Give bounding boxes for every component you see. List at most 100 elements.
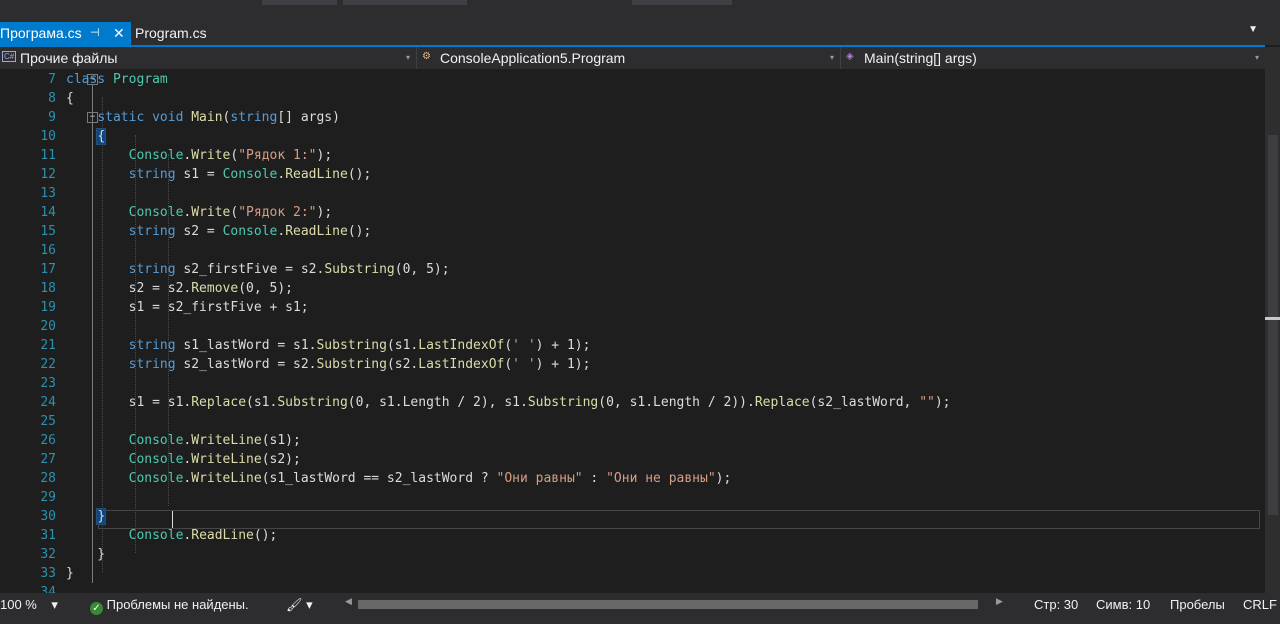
code-line[interactable]: 19 s1 = s2_firstFive + s1; (0, 298, 1265, 317)
member-label: Main(string[] args) (864, 50, 977, 66)
code-line[interactable]: 17 string s2_firstFive = s2.Substring(0,… (0, 260, 1265, 279)
project-dropdown[interactable]: C# Прочие файлы ▾ (0, 47, 417, 69)
title-strip (0, 0, 1280, 20)
code-line[interactable]: 28 Console.WriteLine(s1_lastWord == s2_l… (0, 469, 1265, 488)
toolbar-fragment (262, 0, 337, 5)
code-line[interactable]: 32 } (0, 545, 1265, 564)
line-number: 9 (48, 110, 56, 125)
code-line[interactable]: 33} (0, 564, 1265, 583)
editor-status-bar: 100 % ▾ ✓ Проблемы не найдены. 🖌 ▾ ◀ ▶ С… (0, 593, 1280, 624)
line-number: 19 (40, 300, 56, 315)
code-line[interactable]: 12 string s1 = Console.ReadLine(); (0, 165, 1265, 184)
code-text: Console.WriteLine(s2); (128, 452, 301, 467)
code-line[interactable]: 34 (0, 583, 1265, 593)
toolbar-fragment (632, 0, 732, 5)
close-icon[interactable]: ✕ (113, 22, 125, 45)
code-text: class Program (66, 72, 168, 87)
class-icon: ⚙ (422, 51, 431, 62)
document-tab-bar: Програма.cs ⊣ ✕ Program.cs ▼ (0, 20, 1280, 45)
code-line[interactable]: 30 } (0, 507, 1265, 526)
line-ending-indicator[interactable]: CRLF (1243, 597, 1277, 613)
code-line[interactable]: 14 Console.Write("Рядок 2:"); (0, 203, 1265, 222)
scrollbar-thumb[interactable] (1268, 135, 1278, 515)
code-line[interactable]: 29 (0, 488, 1265, 507)
code-line[interactable]: 25 (0, 412, 1265, 431)
code-text: Console.WriteLine(s1_lastWord == s2_last… (128, 471, 732, 486)
code-line[interactable]: 18 s2 = s2.Remove(0, 5); (0, 279, 1265, 298)
code-text: s1 = s1.Replace(s1.Substring(0, s1.Lengt… (66, 395, 951, 410)
code-text: { (96, 128, 107, 145)
tab-label: Програма.cs (0, 25, 82, 41)
code-line[interactable]: 8{ (0, 89, 1265, 108)
code-line[interactable]: 7 class Program (0, 70, 1265, 89)
tab-program-cs[interactable]: Program.cs (135, 22, 207, 45)
code-line[interactable]: 11 Console.Write("Рядок 1:"); (0, 146, 1265, 165)
code-line[interactable]: 21 string s1_lastWord = s1.Substring(s1.… (0, 336, 1265, 355)
code-cleanup-icon[interactable]: 🖌 ▾ (286, 597, 313, 613)
line-number: 7 (48, 72, 56, 87)
code-text: } (66, 566, 74, 581)
chevron-down-icon: ▾ (51, 597, 58, 612)
code-editor[interactable]: − − 7 class Program 8{9 static void Main(s… (0, 69, 1265, 593)
pin-icon[interactable]: ⊣ (90, 22, 100, 45)
code-text: string s2 = Console.ReadLine(); (128, 224, 372, 239)
code-text: string s1_lastWord = s1.Substring(s1.Las… (128, 338, 591, 353)
code-line[interactable]: 22 string s2_lastWord = s2.Substring(s2.… (0, 355, 1265, 374)
line-number: 14 (40, 205, 56, 220)
check-icon: ✓ (90, 602, 103, 615)
line-number: 21 (40, 338, 56, 353)
scroll-left-icon[interactable]: ◀ (345, 596, 352, 607)
code-text: } (96, 508, 107, 525)
code-text: s2 = s2.Remove(0, 5); (66, 281, 293, 296)
line-number: 31 (40, 528, 56, 543)
code-line[interactable]: 24 s1 = s1.Replace(s1.Substring(0, s1.Le… (0, 393, 1265, 412)
code-line[interactable]: 26 Console.WriteLine(s1); (0, 431, 1265, 450)
project-label: Прочие файлы (20, 50, 118, 66)
tab-programa-cs[interactable]: Програма.cs ⊣ ✕ (0, 22, 131, 45)
code-text: { (66, 91, 74, 106)
line-number: 18 (40, 281, 56, 296)
line-number: 30 (40, 509, 56, 524)
horizontal-scrollbar[interactable] (358, 600, 978, 609)
type-dropdown[interactable]: ⚙ ConsoleApplication5.Program ▾ (420, 47, 841, 69)
line-number: 34 (40, 585, 56, 593)
chevron-down-icon: ▾ (405, 53, 410, 62)
code-text: Console.WriteLine(s1); (128, 433, 301, 448)
line-number: 24 (40, 395, 56, 410)
chevron-down-icon: ▾ (829, 53, 834, 62)
code-text: s1 = s2_firstFive + s1; (66, 300, 309, 315)
code-line[interactable]: 31 Console.ReadLine(); (0, 526, 1265, 545)
tab-list-dropdown-icon[interactable]: ▼ (1248, 24, 1258, 35)
code-text: static void Main(string[] args) (97, 110, 340, 125)
code-text: } (66, 547, 106, 562)
scroll-right-icon[interactable]: ▶ (996, 596, 1003, 607)
code-text: Console.Write("Рядок 2:"); (128, 205, 333, 220)
code-line[interactable]: 16 (0, 241, 1265, 260)
line-number: 26 (40, 433, 56, 448)
line-number: 32 (40, 547, 56, 562)
code-text: string s1 = Console.ReadLine(); (128, 167, 372, 182)
line-number: 12 (40, 167, 56, 182)
whitespace-indicator[interactable]: Пробелы (1170, 597, 1225, 613)
problems-indicator[interactable]: ✓ Проблемы не найдены. (90, 597, 249, 615)
line-number: 20 (40, 319, 56, 334)
vertical-scrollbar[interactable] (1265, 47, 1280, 596)
code-line[interactable]: 15 string s2 = Console.ReadLine(); (0, 222, 1265, 241)
line-number: 28 (40, 471, 56, 486)
line-number: 11 (40, 148, 56, 163)
code-line[interactable]: 13 (0, 184, 1265, 203)
tab-label: Program.cs (135, 25, 207, 41)
code-line[interactable]: 23 (0, 374, 1265, 393)
code-line[interactable]: 10 { (0, 127, 1265, 146)
code-line[interactable]: 20 (0, 317, 1265, 336)
line-number: 23 (40, 376, 56, 391)
line-number: 17 (40, 262, 56, 277)
problems-text: Проблемы не найдены. (106, 597, 249, 612)
line-indicator[interactable]: Стр: 30 (1034, 597, 1078, 613)
member-dropdown[interactable]: ◈ Main(string[] args) ▾ (844, 47, 1265, 69)
code-line[interactable]: 27 Console.WriteLine(s2); (0, 450, 1265, 469)
line-number: 33 (40, 566, 56, 581)
code-line[interactable]: 9 static void Main(string[] args) (0, 108, 1265, 127)
column-indicator[interactable]: Симв: 10 (1096, 597, 1150, 613)
zoom-level-dropdown[interactable]: 100 % ▾ (0, 597, 58, 613)
